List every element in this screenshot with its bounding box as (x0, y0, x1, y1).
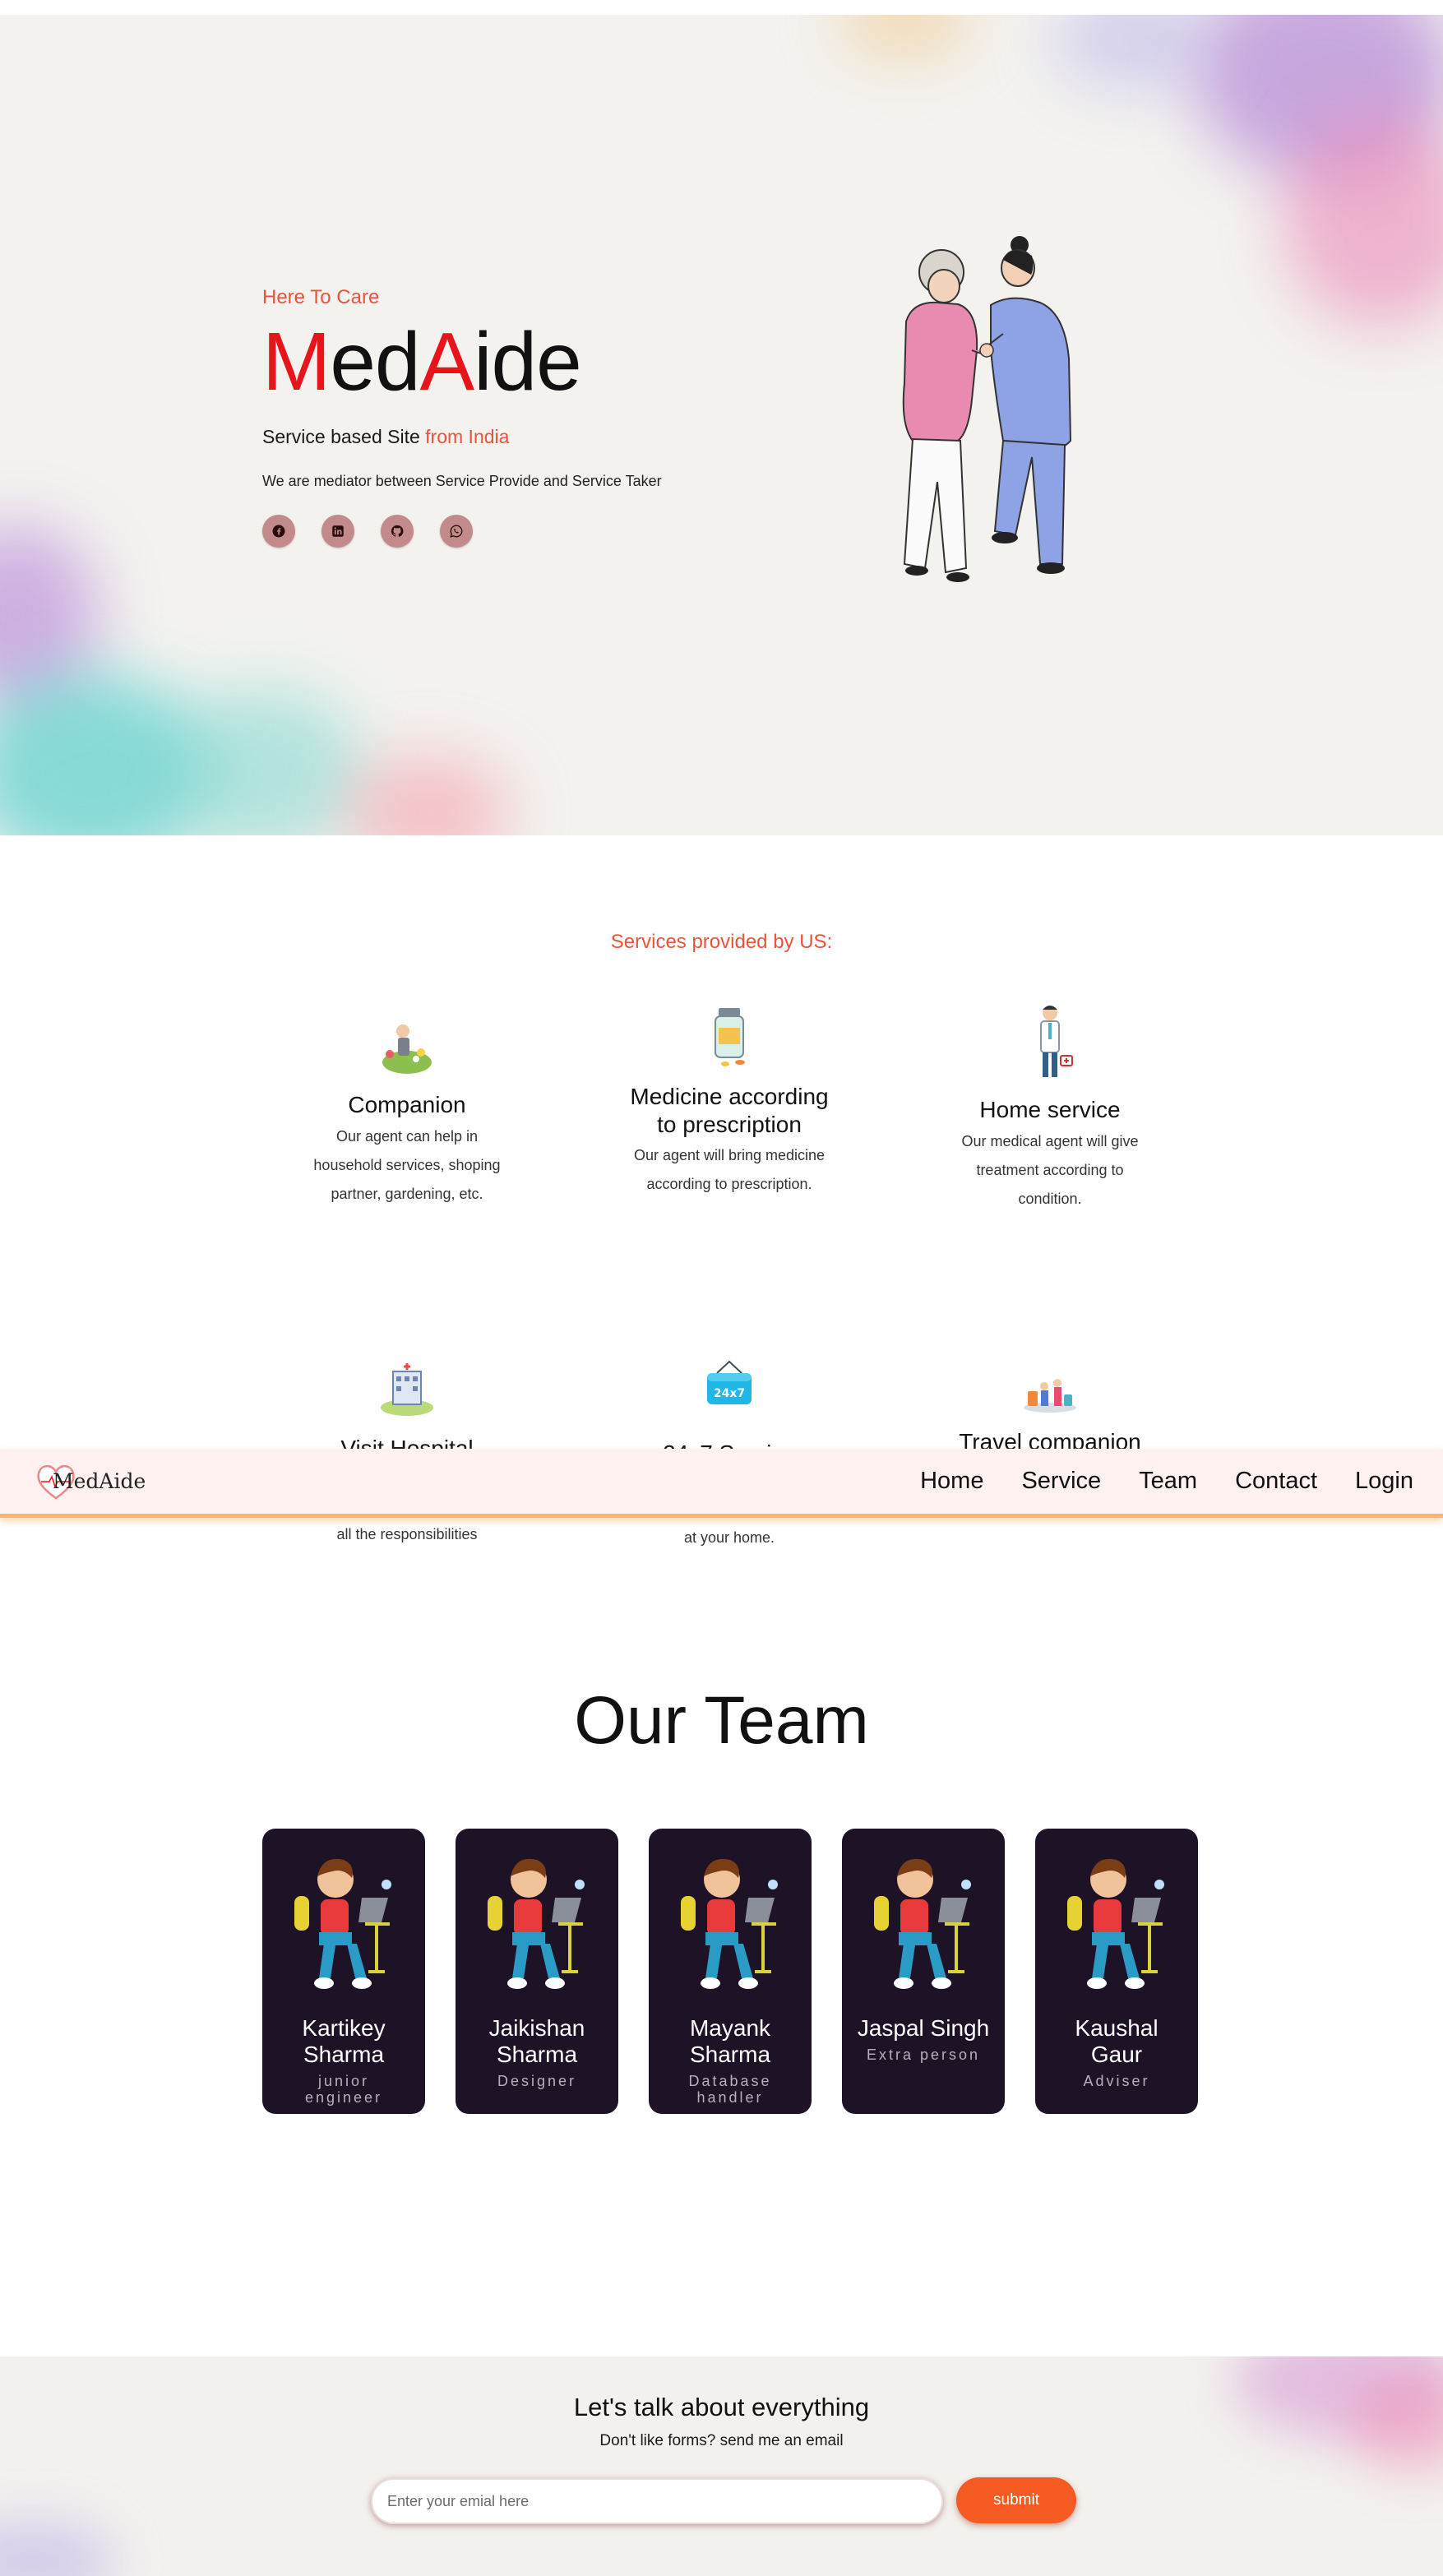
nav-team[interactable]: Team (1139, 1468, 1197, 1495)
hero-brand: MedAide (262, 321, 723, 403)
hero-subtitle: Service based Site from India (262, 426, 723, 448)
whatsapp-link[interactable] (440, 515, 473, 548)
member-role: Database handler (688, 2073, 772, 2106)
developer-avatar-icon (488, 1858, 585, 1989)
service-title: Home service (979, 1097, 1121, 1122)
service-companion: Companion Our agent can help in househol… (300, 1013, 514, 1209)
travel-icon (1024, 1379, 1076, 1413)
nav-login[interactable]: Login (1355, 1468, 1413, 1495)
social-links (262, 515, 723, 548)
navbar: MedAide Home Service Team Contact Login (0, 1449, 1443, 1518)
email-input[interactable] (371, 2478, 943, 2524)
nav-home[interactable]: Home (920, 1468, 983, 1495)
hero-section: Here To Care MedAide Service based Site … (0, 15, 1443, 835)
member-role: junior engineer (304, 2073, 383, 2106)
brand-letter-m: M (262, 316, 331, 408)
developer-avatar-icon (294, 1858, 391, 1989)
service-text: Our agent will bring medicine according … (633, 1147, 826, 1193)
caregiver-illustration (902, 236, 1072, 582)
team-list: Kartikey Sharma junior engineer Jaikisha… (262, 1829, 1198, 2114)
page: Here To Care MedAide Service based Site … (0, 0, 1443, 2576)
team-member-card: Jaspal Singh Extra person (842, 1829, 1005, 2114)
developer-avatar-icon (874, 1858, 971, 1989)
subtitle-accent: from India (425, 426, 510, 447)
member-role: Designer (497, 2073, 577, 2089)
member-name: Kartikey Sharma (302, 2015, 386, 2067)
contact-section: Let's talk about everything Don't like f… (0, 2356, 1443, 2576)
nav-contact[interactable]: Contact (1235, 1468, 1317, 1495)
team-member-card: Kartikey Sharma junior engineer (262, 1829, 425, 2114)
24x7-sign-icon: 24x7 (707, 1360, 752, 1404)
whatsapp-icon (450, 525, 463, 538)
hero-text: Here To Care MedAide Service based Site … (262, 286, 723, 548)
service-text: at your home. (683, 1528, 775, 1546)
member-role: Adviser (1083, 2073, 1150, 2089)
subtitle-main: Service based Site (262, 426, 426, 447)
service-title: Medicine according to prescription (630, 1084, 829, 1137)
service-home: Home service Our medical agent will give… (943, 1001, 1157, 1214)
nav-links: Home Service Team Contact Login (920, 1468, 1413, 1495)
team-member-card: Kaushal Gaur Adviser (1035, 1829, 1198, 2114)
member-role: Extra person (866, 2046, 981, 2063)
brand-letter-a: A (419, 316, 475, 408)
doctor-icon (1040, 1006, 1073, 1077)
medicine-bottle-icon (715, 1008, 745, 1066)
service-travel-companion: Travel companion (943, 1365, 1157, 1456)
nav-service[interactable]: Service (1021, 1468, 1101, 1495)
member-name: Jaspal Singh (857, 2015, 990, 2041)
brand-part-ed: ed (330, 316, 420, 408)
team-member-card: Jaikishan Sharma Designer (456, 1829, 618, 2114)
github-icon (391, 525, 404, 537)
hero-tagline: Here To Care (262, 286, 380, 308)
brand-part-ide: ide (474, 316, 581, 408)
developer-avatar-icon (681, 1858, 778, 1989)
linkedin-link[interactable] (321, 515, 354, 548)
contact-subtitle: Don't like forms? send me an email (599, 2432, 844, 2449)
team-member-card: Mayank Sharma Database handler (649, 1829, 812, 2114)
facebook-icon (272, 525, 285, 538)
services-title: Services provided by US: (610, 931, 833, 953)
member-name: Mayank Sharma (689, 2015, 771, 2067)
service-text: all the responsibilities (336, 1525, 478, 1542)
service-text: Our agent can help in household services… (313, 1127, 501, 1202)
logo[interactable]: MedAide (35, 1460, 146, 1503)
service-medicine: Medicine according to prescription Our a… (622, 1005, 836, 1199)
companion-icon (382, 1024, 432, 1074)
hospital-icon (381, 1363, 433, 1416)
team-title: Our Team (574, 1683, 869, 1758)
contact-title: Let's talk about everything (573, 2393, 870, 2421)
logo-text: MedAide (53, 1469, 146, 1493)
member-name: Kaushal Gaur (1075, 2015, 1159, 2067)
member-name: Jaikishan Sharma (488, 2015, 585, 2067)
hero-description: We are mediator between Service Provide … (262, 473, 662, 489)
linkedin-icon (332, 525, 344, 537)
service-title: Companion (348, 1092, 466, 1117)
developer-avatar-icon (1067, 1858, 1164, 1989)
service-text: Our medical agent will give treatment ac… (961, 1132, 1139, 1207)
submit-button[interactable]: submit (956, 2477, 1076, 2523)
github-link[interactable] (381, 515, 414, 548)
24x7-badge-text: 24x7 (714, 1387, 745, 1400)
facebook-link[interactable] (262, 515, 295, 548)
